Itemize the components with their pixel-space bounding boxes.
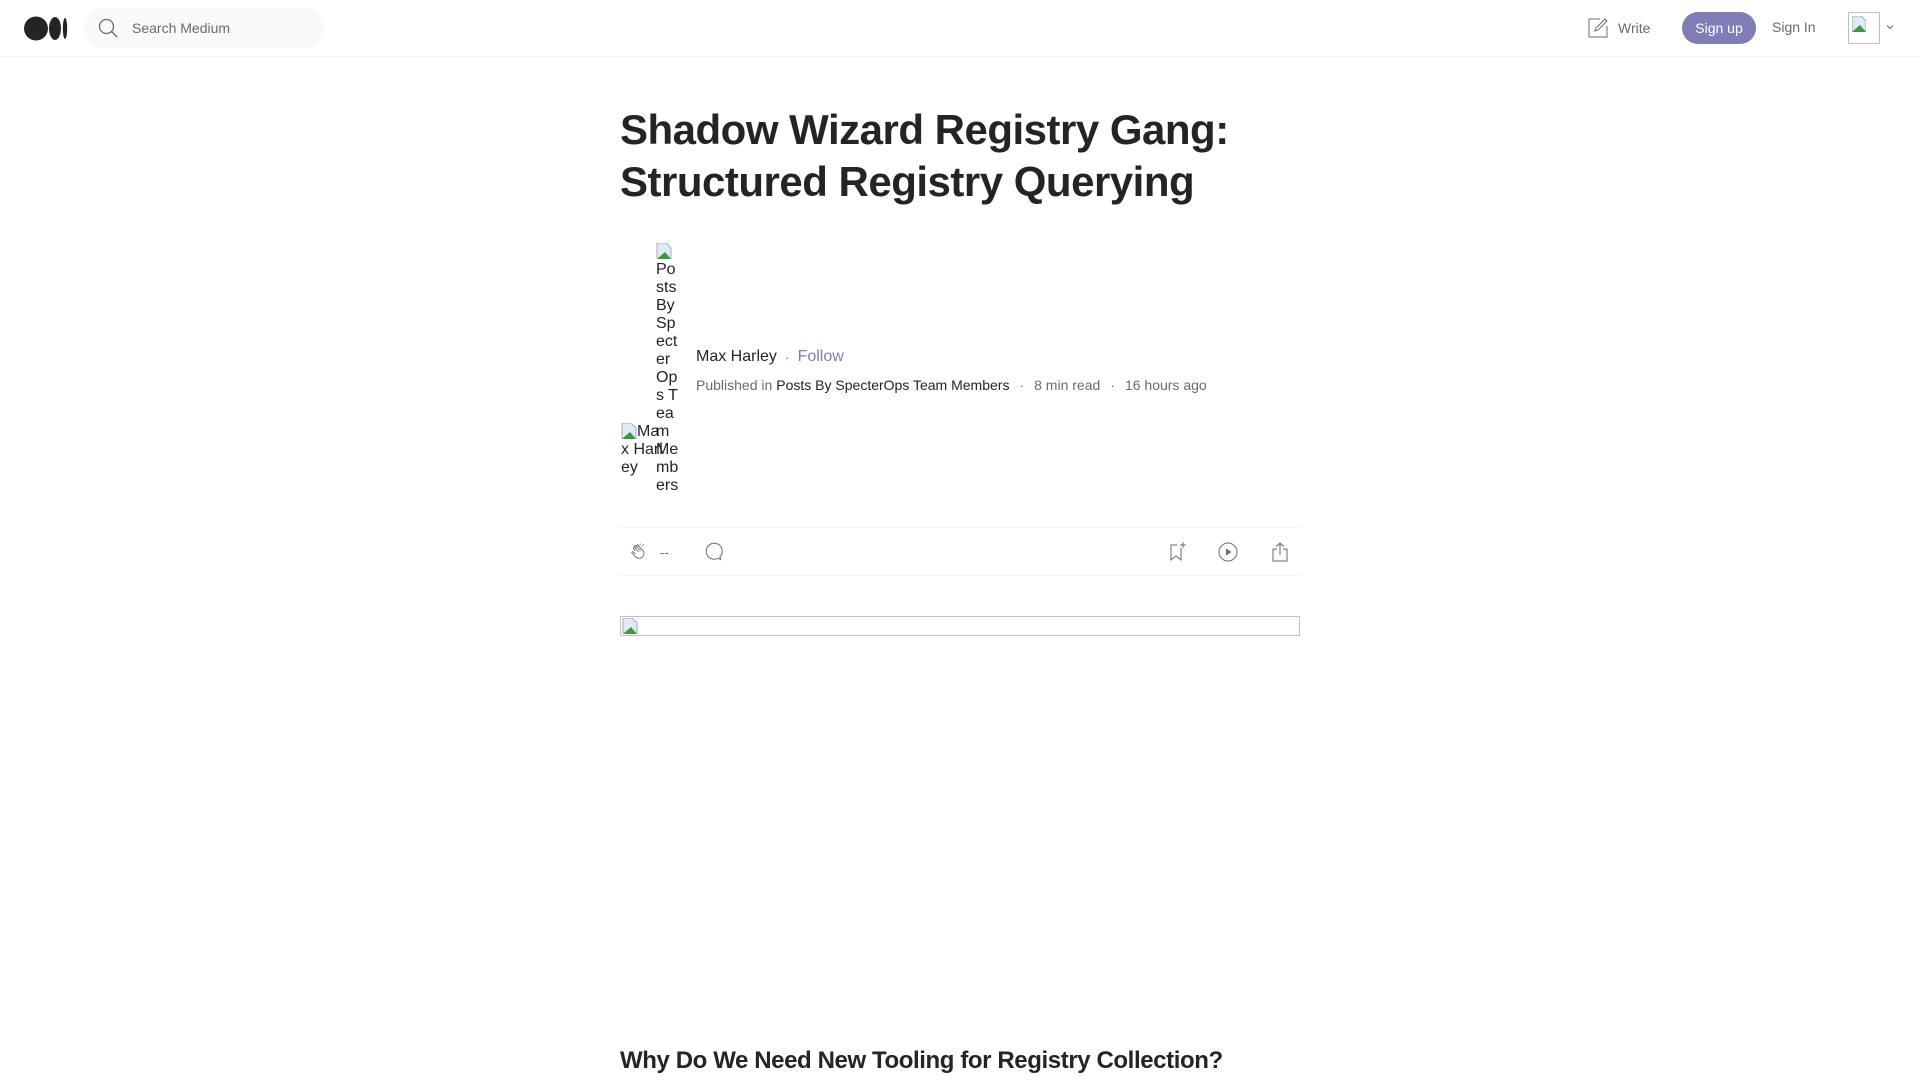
sign-up-button[interactable]: Sign up <box>1682 12 1756 44</box>
broken-image-icon <box>621 423 637 439</box>
share-icon <box>1272 542 1288 562</box>
read-time: 8 min read <box>1034 377 1101 393</box>
author-avatar[interactable]: Max Harley <box>621 423 665 477</box>
user-avatar[interactable] <box>1848 12 1880 44</box>
published-in-label: Published in <box>696 377 773 393</box>
article-hero-image <box>620 616 1300 636</box>
share-button[interactable] <box>1268 540 1292 564</box>
sign-in-link[interactable]: Sign In <box>1772 19 1816 35</box>
broken-image-icon <box>1852 16 1866 32</box>
article-title: Shadow Wizard Registry Gang: Structured … <box>620 106 1229 205</box>
separator: · <box>1019 377 1025 393</box>
comment-icon <box>705 542 723 561</box>
publication-line: Published in Posts By SpecterOps Team Me… <box>696 375 1207 395</box>
medium-logo[interactable] <box>24 16 68 41</box>
search-box[interactable] <box>84 8 324 48</box>
article-meta: Max Harley · Follow Published in Posts B… <box>696 346 1207 395</box>
comment-button[interactable] <box>702 540 726 564</box>
write-button[interactable]: Write <box>1586 16 1650 40</box>
listen-button[interactable] <box>1216 540 1240 564</box>
write-icon <box>1588 18 1608 38</box>
medium-logo-icon <box>24 16 68 41</box>
separator: · <box>1110 377 1115 393</box>
broken-image-icon <box>622 618 638 634</box>
play-circle-icon <box>1218 542 1238 562</box>
author-line: Max Harley · Follow <box>696 346 1207 368</box>
write-label: Write <box>1618 20 1651 36</box>
article-action-bar: -- <box>620 527 1300 576</box>
top-navbar: Write Sign up Sign In <box>0 0 1920 57</box>
separator: · <box>784 349 790 365</box>
chevron-down-icon[interactable] <box>1885 22 1895 32</box>
clap-icon <box>631 543 645 559</box>
follow-button[interactable]: Follow <box>798 346 844 368</box>
clap-count: -- <box>660 544 669 560</box>
broken-image-icon <box>656 243 672 259</box>
bookmark-button[interactable] <box>1165 540 1189 564</box>
section-heading: Why Do We Need New Tooling for Registry … <box>620 1047 1223 1074</box>
author-name[interactable]: Max Harley <box>696 346 777 368</box>
clap-button[interactable]: -- <box>628 540 669 564</box>
search-icon <box>98 18 118 38</box>
post-time: 16 hours ago <box>1124 377 1207 393</box>
search-input[interactable] <box>132 8 312 48</box>
bookmark-add-icon <box>1170 542 1186 562</box>
publication-link[interactable]: Posts By SpecterOps Team Members <box>776 375 1009 395</box>
